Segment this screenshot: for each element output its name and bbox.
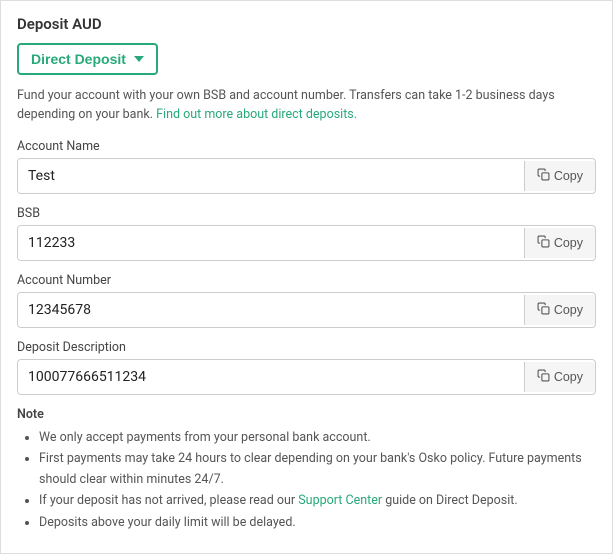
- list-item: Deposits above your daily limit will be …: [39, 512, 596, 533]
- field-label-2: Account Number: [17, 273, 596, 288]
- field-value-0: Test: [18, 159, 524, 193]
- field-row-3: 100077666511234 Copy: [17, 359, 596, 395]
- note-section: Note We only accept payments from your p…: [17, 407, 596, 533]
- field-label-0: Account Name: [17, 139, 596, 154]
- dropdown-label: Direct Deposit: [31, 51, 126, 67]
- field-block-0: Account Name Test Copy: [17, 139, 596, 194]
- copy-label: Copy: [554, 370, 583, 384]
- copy-icon: [537, 302, 550, 318]
- note-label: Note: [17, 407, 596, 422]
- field-block-1: BSB 112233 Copy: [17, 206, 596, 261]
- deposit-method-dropdown[interactable]: Direct Deposit: [17, 43, 158, 75]
- field-value-2: 12345678: [18, 293, 524, 327]
- list-item: If your deposit has not arrived, please …: [39, 490, 596, 511]
- page-title: Deposit AUD: [17, 15, 596, 33]
- field-label-3: Deposit Description: [17, 340, 596, 355]
- field-row-1: 112233 Copy: [17, 225, 596, 261]
- field-block-3: Deposit Description 100077666511234 Copy: [17, 340, 596, 395]
- note-list: We only accept payments from your person…: [17, 427, 596, 533]
- field-row-2: 12345678 Copy: [17, 292, 596, 328]
- list-item: We only accept payments from your person…: [39, 427, 596, 448]
- description-text: Fund your account with your own BSB and …: [17, 87, 596, 125]
- field-value-3: 100077666511234: [18, 360, 524, 394]
- field-value-1: 112233: [18, 226, 524, 260]
- copy-icon: [537, 168, 550, 184]
- description-link[interactable]: Find out more about direct deposits.: [156, 107, 357, 122]
- field-block-2: Account Number 12345678 Copy: [17, 273, 596, 328]
- copy-button-3[interactable]: Copy: [524, 362, 595, 392]
- field-row-0: Test Copy: [17, 158, 596, 194]
- copy-button-2[interactable]: Copy: [524, 295, 595, 325]
- copy-label: Copy: [554, 303, 583, 317]
- copy-button-1[interactable]: Copy: [524, 228, 595, 258]
- copy-label: Copy: [554, 236, 583, 250]
- list-item: First payments may take 24 hours to clea…: [39, 448, 596, 491]
- deposit-container: Deposit AUD Direct Deposit Fund your acc…: [0, 0, 613, 554]
- copy-button-0[interactable]: Copy: [524, 161, 595, 191]
- field-label-1: BSB: [17, 206, 596, 221]
- copy-icon: [537, 369, 550, 385]
- fields-container: Account NameTest CopyBSB112233 CopyAccou…: [17, 139, 596, 395]
- copy-label: Copy: [554, 169, 583, 183]
- chevron-down-icon: [134, 56, 144, 62]
- copy-icon: [537, 235, 550, 251]
- support-center-link[interactable]: Support Center: [298, 493, 382, 508]
